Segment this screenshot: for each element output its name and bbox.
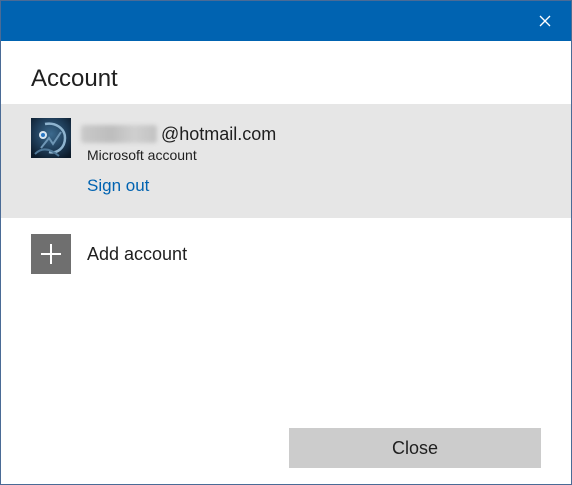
- title-bar: [1, 1, 571, 41]
- close-icon[interactable]: [533, 9, 557, 33]
- sign-out-link[interactable]: Sign out: [87, 176, 149, 196]
- account-email: @hotmail.com: [81, 122, 277, 146]
- close-button[interactable]: Close: [289, 428, 541, 468]
- page-title: Account: [31, 65, 118, 92]
- email-domain: @hotmail.com: [161, 123, 277, 144]
- account-dialog: Account @hotmail.com Microsoft account S…: [0, 0, 572, 485]
- add-account-label: Add account: [87, 244, 188, 264]
- account-list-item[interactable]: @hotmail.com Microsoft account Sign out: [1, 104, 571, 218]
- redacted-email-prefix: [81, 125, 157, 143]
- add-account-item[interactable]: Add account: [1, 218, 571, 294]
- plus-icon: [31, 234, 71, 274]
- account-type-label: Microsoft account: [87, 147, 197, 163]
- user-avatar-icon: [31, 118, 71, 158]
